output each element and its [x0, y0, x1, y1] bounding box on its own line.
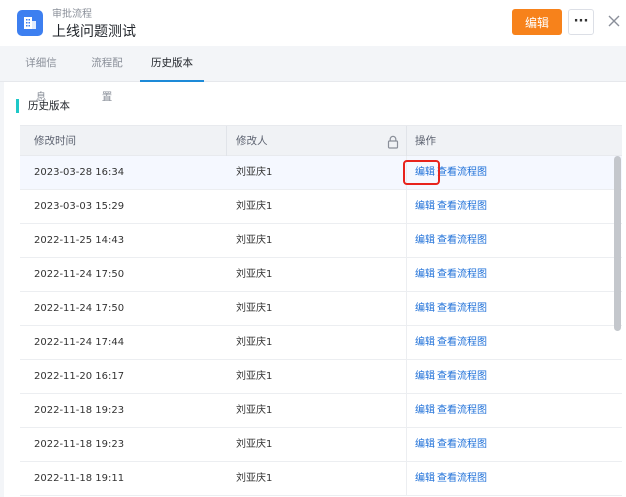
- table-row: 2022-11-24 17:50 刘亚庆1 编辑 查看流程图: [20, 292, 622, 326]
- column-divider: [406, 126, 407, 156]
- tab-details[interactable]: 详细信息: [21, 46, 61, 103]
- cell-modified-by: 刘亚庆1: [236, 405, 273, 416]
- history-table: 修改时间 修改人 操作 2023-03-28 16:34 刘亚庆1 编辑 查看流程图 2…: [20, 125, 622, 497]
- view-flowchart-link[interactable]: 查看流程图: [437, 360, 487, 393]
- view-flowchart-link[interactable]: 查看流程图: [437, 224, 487, 257]
- table-row: 2022-11-18 19:11 刘亚庆1 编辑 查看流程图: [20, 462, 622, 496]
- table-row: 2022-11-24 17:50 刘亚庆1 编辑 查看流程图: [20, 258, 622, 292]
- column-divider: [406, 224, 407, 257]
- column-header-user: 修改人: [236, 135, 268, 147]
- view-flowchart-link[interactable]: 查看流程图: [437, 258, 487, 291]
- table-row: 2023-03-28 16:34 刘亚庆1 编辑 查看流程图: [20, 156, 622, 190]
- edit-link[interactable]: 编辑: [415, 394, 435, 427]
- cell-modified-time: 2022-11-18 19:23: [34, 405, 125, 416]
- cell-modified-time: 2022-11-25 14:43: [34, 235, 125, 246]
- cell-modified-by: 刘亚庆1: [236, 235, 273, 246]
- cell-modified-by: 刘亚庆1: [236, 473, 273, 484]
- table-row: 2022-11-24 17:44 刘亚庆1 编辑 查看流程图: [20, 326, 622, 360]
- cell-modified-by: 刘亚庆1: [236, 167, 273, 178]
- edit-link[interactable]: 编辑: [415, 190, 435, 223]
- column-divider: [406, 360, 407, 393]
- table-header: 修改时间 修改人 操作: [20, 125, 622, 156]
- scrollbar[interactable]: [614, 156, 621, 331]
- section-title: 历史版本: [16, 99, 70, 113]
- cell-modified-time: 2023-03-28 16:34: [34, 167, 125, 178]
- column-divider: [226, 126, 227, 156]
- tab-history[interactable]: 历史版本: [140, 46, 204, 82]
- tab-flow-config[interactable]: 流程配置: [87, 46, 127, 103]
- page-title: 上线问题测试: [52, 24, 136, 40]
- edit-link[interactable]: 编辑: [415, 326, 435, 359]
- view-flowchart-link[interactable]: 查看流程图: [437, 462, 487, 495]
- edit-link[interactable]: 编辑: [415, 428, 435, 461]
- building-icon: [17, 10, 43, 36]
- view-flowchart-link[interactable]: 查看流程图: [437, 156, 487, 189]
- cell-modified-time: 2022-11-18 19:11: [34, 473, 125, 484]
- edit-link[interactable]: 编辑: [415, 462, 435, 495]
- table-row: 2022-11-25 14:43 刘亚庆1 编辑 查看流程图: [20, 224, 622, 258]
- column-divider: [406, 326, 407, 359]
- cell-modified-time: 2023-03-03 15:29: [34, 201, 125, 212]
- view-flowchart-link[interactable]: 查看流程图: [437, 190, 487, 223]
- column-divider: [406, 394, 407, 427]
- breadcrumb: 审批流程: [52, 9, 92, 20]
- lock-icon[interactable]: [387, 134, 399, 149]
- table-row: 2022-11-18 19:23 刘亚庆1 编辑 查看流程图: [20, 428, 622, 462]
- edit-link[interactable]: 编辑: [415, 224, 435, 257]
- edit-button[interactable]: 编辑: [512, 9, 562, 35]
- page-header: 审批流程 上线问题测试 编辑 ···: [0, 0, 626, 46]
- cell-modified-by: 刘亚庆1: [236, 337, 273, 348]
- column-divider: [406, 156, 407, 189]
- column-divider: [406, 428, 407, 461]
- edit-link[interactable]: 编辑: [415, 156, 435, 189]
- cell-modified-by: 刘亚庆1: [236, 303, 273, 314]
- cell-modified-by: 刘亚庆1: [236, 439, 273, 450]
- cell-modified-by: 刘亚庆1: [236, 371, 273, 382]
- view-flowchart-link[interactable]: 查看流程图: [437, 326, 487, 359]
- column-divider: [406, 292, 407, 325]
- column-divider: [406, 462, 407, 495]
- column-divider: [406, 258, 407, 291]
- column-header-actions: 操作: [415, 135, 436, 147]
- left-edge-strip: [0, 82, 4, 497]
- edit-link[interactable]: 编辑: [415, 258, 435, 291]
- cell-modified-by: 刘亚庆1: [236, 269, 273, 280]
- view-flowchart-link[interactable]: 查看流程图: [437, 394, 487, 427]
- column-divider: [406, 190, 407, 223]
- view-flowchart-link[interactable]: 查看流程图: [437, 428, 487, 461]
- more-button[interactable]: ···: [568, 9, 594, 35]
- close-icon[interactable]: [606, 13, 622, 29]
- table-row: 2022-11-20 16:17 刘亚庆1 编辑 查看流程图: [20, 360, 622, 394]
- tab-bar: 详细信息 流程配置 历史版本: [0, 46, 626, 103]
- cell-modified-time: 2022-11-24 17:50: [34, 269, 125, 280]
- cell-modified-time: 2022-11-24 17:44: [34, 337, 125, 348]
- view-flowchart-link[interactable]: 查看流程图: [437, 292, 487, 325]
- cell-modified-time: 2022-11-24 17:50: [34, 303, 125, 314]
- edit-link[interactable]: 编辑: [415, 360, 435, 393]
- table-row: 2022-11-18 19:23 刘亚庆1 编辑 查看流程图: [20, 394, 622, 428]
- cell-modified-time: 2022-11-20 16:17: [34, 371, 125, 382]
- edit-link[interactable]: 编辑: [415, 292, 435, 325]
- column-header-time: 修改时间: [34, 135, 76, 147]
- cell-modified-time: 2022-11-18 19:23: [34, 439, 125, 450]
- table-row: 2023-03-03 15:29 刘亚庆1 编辑 查看流程图: [20, 190, 622, 224]
- cell-modified-by: 刘亚庆1: [236, 201, 273, 212]
